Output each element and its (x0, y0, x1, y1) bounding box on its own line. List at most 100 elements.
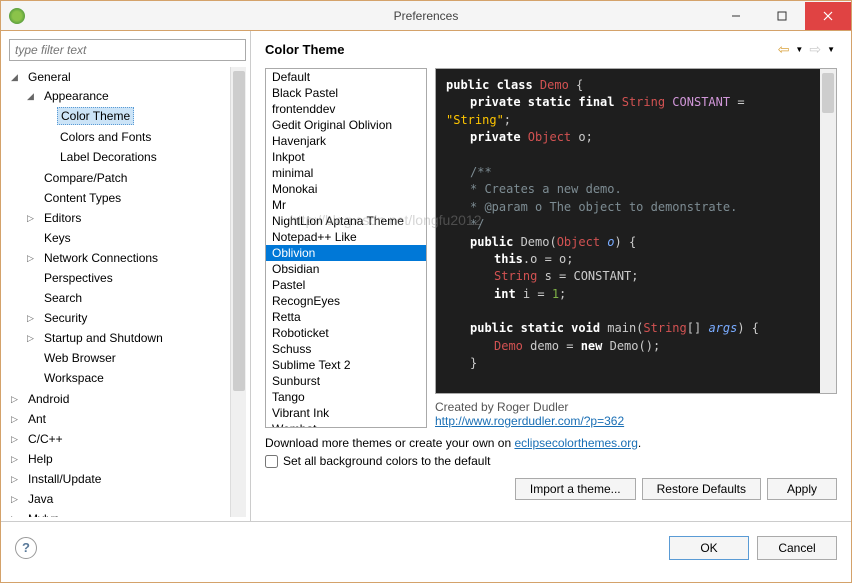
content-row: DefaultBlack PastelfrontenddevGedit Orig… (265, 68, 837, 428)
tree-item-keys[interactable]: Keys (25, 229, 246, 247)
maximize-button[interactable] (759, 2, 805, 30)
theme-item[interactable]: Havenjark (266, 133, 426, 149)
theme-item[interactable]: Mr (266, 197, 426, 213)
theme-item[interactable]: minimal (266, 165, 426, 181)
window-controls (713, 2, 851, 30)
tree-item-android[interactable]: ▷Android (9, 390, 246, 408)
theme-item[interactable]: Black Pastel (266, 85, 426, 101)
preview-scrollbar[interactable] (820, 69, 836, 393)
chevron-right-icon: ▷ (27, 313, 37, 324)
checkbox-row: Set all background colors to the default (265, 454, 837, 468)
preview-column: public class Demo { private static final… (435, 68, 837, 428)
theme-item[interactable]: Obsidian (266, 261, 426, 277)
right-header: Color Theme ⇦ ▼ ⇨ ▼ (265, 41, 837, 58)
theme-item[interactable]: Wombat (266, 421, 426, 428)
nav-arrows: ⇦ ▼ ⇨ ▼ (776, 41, 837, 58)
download-link[interactable]: eclipsecolorthemes.org (514, 436, 637, 450)
bottom-buttons: OK Cancel (669, 536, 837, 560)
chevron-right-icon: ▷ (11, 474, 21, 485)
tree-item-help[interactable]: ▷Help (9, 450, 246, 468)
tree-item-content-types[interactable]: Content Types (25, 189, 246, 207)
tree-item-ccpp[interactable]: ▷C/C++ (9, 430, 246, 448)
theme-item[interactable]: Sublime Text 2 (266, 357, 426, 373)
tree-item-ant[interactable]: ▷Ant (9, 410, 246, 428)
apply-button[interactable]: Apply (767, 478, 837, 500)
tree-item-security[interactable]: ▷Security (25, 309, 246, 327)
download-row: Download more themes or create your own … (265, 436, 837, 450)
minimize-button[interactable] (713, 2, 759, 30)
scroll-thumb[interactable] (233, 71, 245, 391)
tree-wrap: ◢General ◢Appearance Color Theme Colors … (9, 67, 246, 517)
theme-item[interactable]: Monokai (266, 181, 426, 197)
tree-item-web-browser[interactable]: Web Browser (25, 349, 246, 367)
theme-item[interactable]: Sunburst (266, 373, 426, 389)
chevron-right-icon: ▷ (11, 454, 21, 465)
help-icon[interactable]: ? (15, 537, 37, 559)
chevron-right-icon: ▷ (11, 434, 21, 445)
theme-item[interactable]: Default (266, 69, 426, 85)
filter-input[interactable] (9, 39, 246, 61)
main-area: ◢General ◢Appearance Color Theme Colors … (1, 31, 851, 521)
tree-item-colors-fonts[interactable]: Colors and Fonts (41, 128, 246, 146)
left-pane: ◢General ◢Appearance Color Theme Colors … (1, 31, 251, 521)
tree-item-compare-patch[interactable]: Compare/Patch (25, 169, 246, 187)
right-buttons: Import a theme... Restore Defaults Apply (265, 478, 837, 500)
scroll-thumb[interactable] (822, 73, 834, 113)
chevron-right-icon: ▷ (11, 394, 21, 405)
theme-item[interactable]: Gedit Original Oblivion (266, 117, 426, 133)
tree-item-search[interactable]: Search (25, 289, 246, 307)
checkbox-label: Set all background colors to the default (283, 454, 490, 468)
chevron-right-icon: ▷ (27, 213, 37, 224)
theme-item[interactable]: Vibrant Ink (266, 405, 426, 421)
tree-item-java[interactable]: ▷Java (9, 490, 246, 508)
credit-text: Created by Roger Dudler (435, 400, 837, 414)
cancel-button[interactable]: Cancel (757, 536, 837, 560)
theme-item[interactable]: NightLion Aptana Theme (266, 213, 426, 229)
credit: Created by Roger Dudler http://www.roger… (435, 400, 837, 428)
restore-defaults-button[interactable]: Restore Defaults (642, 478, 761, 500)
theme-item[interactable]: Tango (266, 389, 426, 405)
tree-item-workspace[interactable]: Workspace (25, 369, 246, 387)
preferences-tree[interactable]: ◢General ◢Appearance Color Theme Colors … (9, 67, 246, 517)
theme-item[interactable]: Oblivion (266, 245, 426, 261)
chevron-right-icon: ▷ (11, 514, 21, 518)
theme-item[interactable]: Schuss (266, 341, 426, 357)
chevron-right-icon: ▷ (11, 494, 21, 505)
forward-menu[interactable]: ▼ (825, 45, 837, 54)
tree-item-color-theme[interactable]: Color Theme (41, 106, 246, 126)
theme-item[interactable]: frontenddev (266, 101, 426, 117)
tree-item-editors[interactable]: ▷Editors (25, 209, 246, 227)
bottom-bar: ? OK Cancel (1, 521, 851, 573)
theme-item[interactable]: Retta (266, 309, 426, 325)
credit-link[interactable]: http://www.rogerdudler.com/?p=362 (435, 414, 624, 428)
tree-item-mylyn[interactable]: ▷Mylyn (9, 510, 246, 517)
right-pane: Color Theme ⇦ ▼ ⇨ ▼ DefaultBlack Pastelf… (251, 31, 851, 521)
theme-item[interactable]: Inkpot (266, 149, 426, 165)
forward-button[interactable]: ⇨ (807, 41, 823, 58)
chevron-right-icon: ▷ (27, 253, 37, 264)
theme-item[interactable]: Notepad++ Like (266, 229, 426, 245)
import-button[interactable]: Import a theme... (515, 478, 636, 500)
tree-item-appearance[interactable]: ◢Appearance (25, 87, 246, 105)
tree-item-label-decorations[interactable]: Label Decorations (41, 148, 246, 166)
theme-list[interactable]: DefaultBlack PastelfrontenddevGedit Orig… (265, 68, 427, 428)
set-background-checkbox[interactable] (265, 455, 278, 468)
back-menu[interactable]: ▼ (793, 45, 805, 54)
ok-button[interactable]: OK (669, 536, 749, 560)
close-button[interactable] (805, 2, 851, 30)
tree-item-startup[interactable]: ▷Startup and Shutdown (25, 329, 246, 347)
theme-item[interactable]: Pastel (266, 277, 426, 293)
tree-item-install[interactable]: ▷Install/Update (9, 470, 246, 488)
tree-item-general[interactable]: ◢General (9, 68, 246, 86)
page-title: Color Theme (265, 42, 344, 57)
tree-item-network[interactable]: ▷Network Connections (25, 249, 246, 267)
code-preview: public class Demo { private static final… (435, 68, 837, 394)
tree-item-perspectives[interactable]: Perspectives (25, 269, 246, 287)
theme-item[interactable]: Roboticket (266, 325, 426, 341)
window-title: Preferences (394, 9, 459, 23)
back-button[interactable]: ⇦ (776, 41, 792, 58)
app-icon (9, 8, 25, 24)
tree-scrollbar[interactable] (230, 67, 246, 517)
theme-item[interactable]: RecognEyes (266, 293, 426, 309)
chevron-right-icon: ▷ (27, 333, 37, 344)
